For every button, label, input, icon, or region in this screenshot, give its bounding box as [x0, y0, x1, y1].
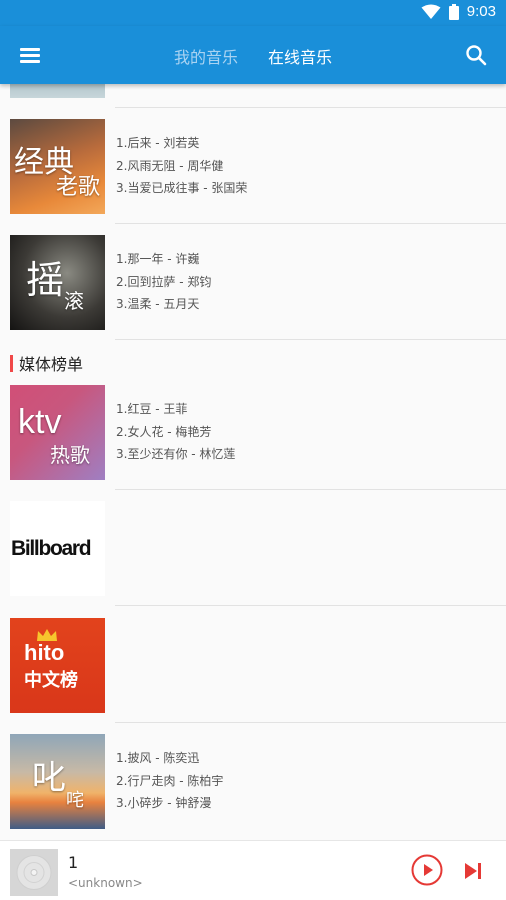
chart-row[interactable]: 经典 老歌 1.后来 - 刘若英 2.风雨无阻 - 周华健 3.当爱已成往事 -…	[0, 108, 506, 224]
track-list: 1.红豆 - 王菲 2.女人花 - 梅艳芳 3.至少还有你 - 林忆莲	[116, 398, 235, 466]
chart-cover-classic[interactable]: 经典 老歌	[10, 119, 105, 214]
chart-row[interactable]: 摇 滚 1.那一年 - 许巍 2.回到拉萨 - 郑钧 3.温柔 - 五月天	[0, 224, 506, 340]
chart-row[interactable]: Billboard	[0, 490, 506, 606]
chart-row[interactable]: ktv 热歌 1.红豆 - 王菲 2.女人花 - 梅艳芳 3.至少还有你 - 林…	[0, 374, 506, 490]
track-item: 2.行尸走肉 - 陈柏宇	[116, 773, 224, 788]
track-item: 2.女人花 - 梅艳芳	[116, 424, 212, 439]
chart-cover-billboard[interactable]: Billboard	[10, 501, 105, 596]
chart-row[interactable]: 叱 咤 1.披风 - 陈奕迅 2.行尸走肉 - 陈柏宇 3.小碎步 - 钟舒漫	[0, 723, 506, 839]
section-title-text: 媒体榜单	[19, 355, 84, 374]
track-item: 3.小碎步 - 钟舒漫	[116, 796, 212, 810]
battery-icon	[448, 3, 459, 20]
cover-title: 叱	[32, 758, 66, 798]
cover-subtitle: 热歌	[50, 443, 90, 467]
track-list: 1.披风 - 陈奕迅 2.行尸走肉 - 陈柏宇 3.小碎步 - 钟舒漫	[116, 747, 223, 815]
tab-online-music[interactable]: 在线音乐	[268, 44, 332, 68]
menu-icon[interactable]	[18, 43, 42, 67]
track-item: 2.回到拉萨 - 郑钧	[116, 274, 212, 289]
tab-my-music[interactable]: 我的音乐	[174, 44, 238, 68]
search-icon[interactable]	[464, 43, 488, 67]
chart-cover-rock[interactable]: 摇 滚	[10, 235, 105, 330]
app-bar: 我的音乐 在线音乐	[0, 26, 506, 84]
track-item: 1.那一年 - 许巍	[116, 252, 200, 266]
wifi-icon	[421, 4, 441, 19]
cover-title: 摇	[26, 258, 65, 302]
track-item: 3.当爱已成往事 - 张国荣	[116, 181, 248, 195]
track-list: 1.后来 - 刘若英 2.风雨无阻 - 周华健 3.当爱已成往事 - 张国荣	[116, 132, 247, 200]
chart-row[interactable]	[0, 84, 506, 108]
section-marker	[10, 354, 13, 372]
cover-title: hito	[24, 640, 65, 665]
chart-row[interactable]: hito 中文榜	[0, 607, 506, 723]
row-divider	[115, 605, 506, 606]
row-divider	[115, 339, 506, 340]
chart-cover[interactable]	[10, 84, 105, 98]
album-art[interactable]	[10, 849, 58, 896]
cover-subtitle: 老歌	[56, 175, 101, 200]
now-playing-artist: <unknown>	[68, 876, 143, 890]
track-item: 3.温柔 - 五月天	[116, 297, 200, 311]
track-item: 1.后来 - 刘若英	[116, 136, 200, 150]
track-list: 1.那一年 - 许巍 2.回到拉萨 - 郑钧 3.温柔 - 五月天	[116, 248, 211, 316]
billboard-logo: Billboard	[11, 537, 92, 560]
chart-cover-chizha[interactable]: 叱 咤	[10, 734, 105, 829]
play-icon[interactable]	[411, 854, 443, 886]
chart-list[interactable]: 经典 老歌 1.后来 - 刘若英 2.风雨无阻 - 周华健 3.当爱已成往事 -…	[0, 84, 506, 840]
track-item: 2.风雨无阻 - 周华健	[116, 158, 224, 173]
now-playing-title: 1	[68, 853, 79, 872]
status-time: 9:03	[466, 3, 496, 20]
chart-cover-ktv[interactable]: ktv 热歌	[10, 385, 105, 480]
disc-icon	[16, 855, 52, 890]
status-bar: 9:03	[0, 0, 506, 26]
chart-cover-hito[interactable]: hito 中文榜	[10, 618, 105, 713]
track-item: 3.至少还有你 - 林忆莲	[116, 447, 236, 461]
track-item: 1.红豆 - 王菲	[116, 402, 188, 416]
cover-title: ktv	[18, 403, 62, 441]
mini-player[interactable]: 1 <unknown>	[0, 840, 506, 900]
cover-subtitle: 中文榜	[24, 670, 78, 691]
cover-subtitle: 滚	[64, 289, 84, 313]
section-title-media: 媒体榜单	[10, 353, 84, 374]
track-item: 1.披风 - 陈奕迅	[116, 751, 200, 765]
cover-subtitle: 咤	[66, 790, 84, 811]
next-icon[interactable]	[462, 860, 484, 882]
